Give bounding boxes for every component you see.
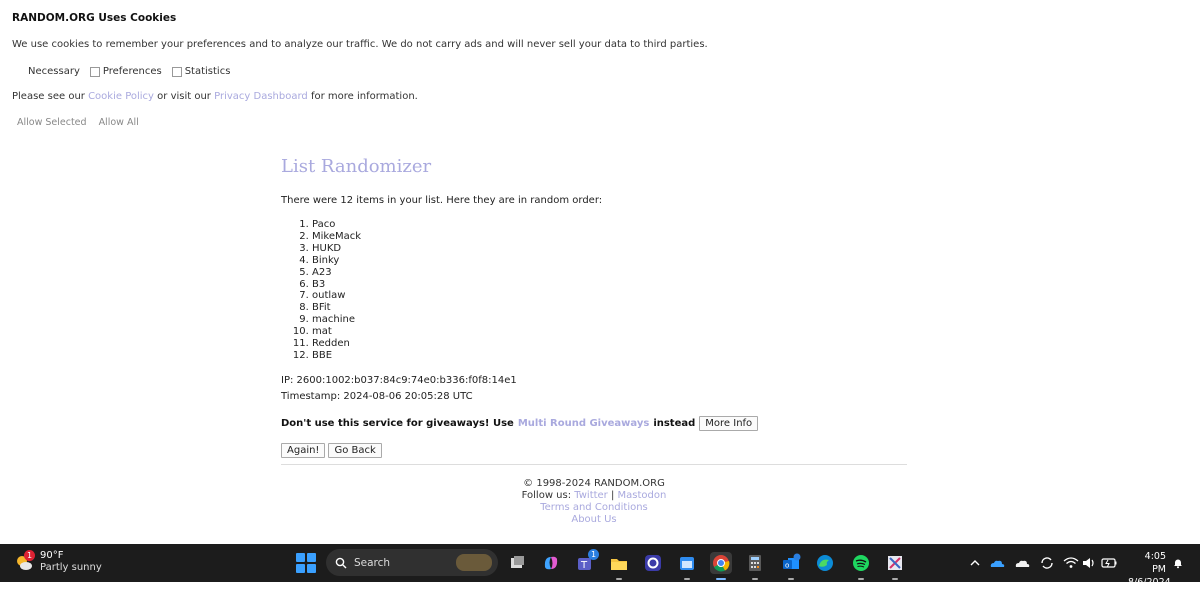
mastodon-link[interactable]: Mastodon	[618, 490, 667, 501]
ip-address: IP: 2600:1002:b037:84c9:74e0:b336:f0f8:1…	[281, 375, 517, 386]
cookie-option-preferences[interactable]: Preferences	[86, 66, 162, 77]
list-item: outlaw	[312, 290, 361, 302]
show-hidden-icons-chevron-icon[interactable]	[964, 552, 986, 574]
teams-badge: 1	[588, 549, 599, 560]
volume-icon[interactable]	[1078, 552, 1100, 574]
sync-icon[interactable]	[1036, 552, 1058, 574]
search-placeholder: Search	[354, 556, 391, 569]
taskbar: 1 90°F Partly sunny Search T 1 o 4:05 PM…	[0, 544, 1200, 588]
statistics-label: Statistics	[184, 66, 231, 77]
cookie-policy-text: Please see our Cookie Policy or visit ou…	[12, 91, 418, 102]
task-view-icon[interactable]	[506, 552, 528, 574]
randomized-list: Paco MikeMack HUKD Binky A23 B3 outlaw B…	[281, 219, 361, 362]
onedrive-icon[interactable]	[986, 552, 1008, 574]
calculator-icon[interactable]	[744, 552, 766, 580]
calendar-icon[interactable]	[676, 552, 698, 580]
list-item: BFit	[312, 302, 361, 314]
copilot-icon[interactable]	[540, 552, 562, 574]
cookie-policy-link[interactable]: Cookie Policy	[88, 91, 154, 102]
cookie-buttons: Allow Selected Allow All	[17, 117, 139, 128]
cookie-option-necessary: Necessary	[28, 66, 80, 77]
timestamp: Timestamp: 2024-08-06 20:05:28 UTC	[281, 391, 473, 402]
list-item: B3	[312, 279, 361, 291]
page-footer: © 1998-2024 RANDOM.ORG Follow us: Twitte…	[281, 478, 907, 526]
teams-icon[interactable]: T 1	[574, 549, 599, 574]
warning-suffix: instead	[653, 418, 696, 429]
footer-separator: |	[610, 490, 615, 501]
copyright: © 1998-2024 RANDOM.ORG	[523, 478, 665, 489]
warning-prefix: Don't use this service for giveaways! Us…	[281, 418, 514, 429]
list-item: BBE	[312, 350, 361, 362]
again-button[interactable]: Again!	[281, 443, 326, 458]
privacy-dashboard-link[interactable]: Privacy Dashboard	[214, 91, 308, 102]
footer-divider	[281, 464, 907, 465]
list-item: A23	[312, 267, 361, 279]
list-item: Binky	[312, 255, 361, 267]
allow-selected-button[interactable]: Allow Selected	[17, 117, 87, 128]
go-back-button[interactable]: Go Back	[328, 443, 382, 458]
search-icon	[335, 557, 347, 568]
clock-time: 4:05 PM	[1144, 551, 1166, 575]
about-us-link[interactable]: About Us	[571, 514, 616, 525]
follow-label: Follow us:	[521, 490, 572, 501]
search-highlight-icon	[456, 554, 492, 571]
battery-icon[interactable]	[1098, 552, 1120, 574]
list-item: machine	[312, 314, 361, 326]
cookie-option-statistics[interactable]: Statistics	[168, 66, 231, 77]
page-title: List Randomizer	[281, 156, 432, 177]
file-explorer-icon[interactable]	[608, 552, 630, 580]
action-buttons: Again! Go Back	[281, 443, 382, 458]
cookie-banner-title: RANDOM.ORG Uses Cookies	[12, 12, 177, 24]
multi-round-giveaways-link[interactable]: Multi Round Giveaways	[518, 418, 649, 429]
cookie-banner-description: We use cookies to remember your preferen…	[12, 39, 708, 50]
weather-temp: 90°F	[40, 550, 64, 561]
app-icon[interactable]	[642, 552, 664, 574]
system-clock[interactable]: 4:05 PM 8/6/2024	[1128, 550, 1171, 589]
giveaway-warning: Don't use this service for giveaways! Us…	[281, 416, 759, 431]
list-item: MikeMack	[312, 231, 361, 243]
preferences-checkbox[interactable]	[89, 66, 100, 77]
list-item: Paco	[312, 219, 361, 231]
policy-prefix: Please see our	[12, 91, 85, 102]
result-intro: There were 12 items in your list. Here t…	[281, 195, 603, 206]
cookie-options: Necessary Preferences Statistics	[28, 66, 236, 77]
list-item: HUKD	[312, 243, 361, 255]
weather-condition: Partly sunny	[40, 562, 102, 573]
notification-bell-icon[interactable]	[1172, 557, 1184, 569]
start-button[interactable]	[296, 553, 316, 573]
list-item: mat	[312, 326, 361, 338]
edge-icon[interactable]	[814, 552, 836, 574]
twitter-link[interactable]: Twitter	[574, 490, 608, 501]
partly-sunny-icon: 1	[14, 550, 35, 572]
svg-text:o: o	[785, 562, 789, 570]
outlook-icon[interactable]: o	[780, 552, 802, 580]
spotify-icon[interactable]	[850, 552, 872, 580]
necessary-label: Necessary	[28, 66, 80, 77]
clock-date: 8/6/2024	[1128, 577, 1171, 588]
preferences-label: Preferences	[102, 66, 162, 77]
follow-us: Follow us: Twitter | Mastodon	[281, 490, 907, 502]
chrome-icon[interactable]	[710, 552, 732, 580]
weather-badge: 1	[24, 550, 35, 561]
list-item: Redden	[312, 338, 361, 350]
policy-middle: or visit our	[157, 91, 211, 102]
weather-widget[interactable]: 1 90°F Partly sunny	[14, 550, 102, 574]
statistics-checkbox[interactable]	[171, 66, 182, 77]
cloud-icon[interactable]	[1011, 552, 1033, 574]
more-info-button[interactable]: More Info	[699, 416, 759, 431]
snipping-tool-icon[interactable]	[884, 552, 906, 580]
policy-suffix: for more information.	[310, 91, 418, 102]
terms-link[interactable]: Terms and Conditions	[540, 502, 648, 513]
svg-text:T: T	[580, 560, 588, 571]
taskbar-search[interactable]: Search	[326, 549, 498, 576]
allow-all-button[interactable]: Allow All	[99, 117, 139, 128]
